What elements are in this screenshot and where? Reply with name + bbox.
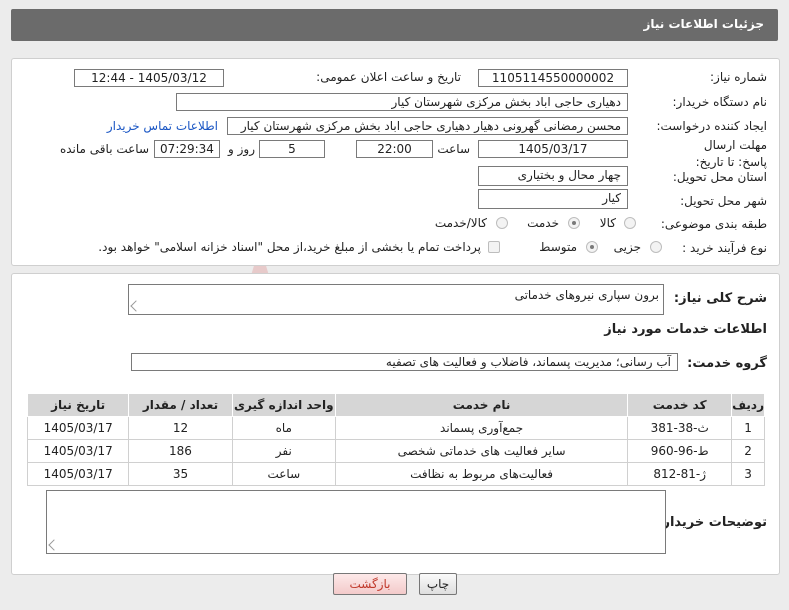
services-section-title: اطلاعات خدمات مورد نیاز xyxy=(604,322,767,337)
summary-label: شرح کلی نیاز: xyxy=(673,291,767,306)
col-name-header: نام خدمت xyxy=(334,393,629,417)
cell-qty: 35 xyxy=(128,462,233,486)
announce-label: تاریخ و ساعت اعلان عمومی: xyxy=(316,70,461,84)
summary-text: برون سپاری نیروهای خدماتی xyxy=(514,288,659,302)
creator-label: ایجاد کننده درخواست: xyxy=(656,119,767,133)
creator-field: محسن رمضانی گهرونی دهیار دهیاری حاجی ابا… xyxy=(227,117,628,135)
announce-field: 1405/03/12 - 12:44 xyxy=(74,69,224,87)
cell-name: فعالیت‌های مربوط به نظافت xyxy=(334,462,629,486)
treasury-payment-note: پرداخت تمام یا بخشی از مبلغ خرید،از محل … xyxy=(98,240,481,254)
page-title: جزئیات اطلاعات نیاز xyxy=(643,17,764,31)
need-number-field: 1105114550000002 xyxy=(478,69,628,87)
category-both-label: کالا/خدمت xyxy=(434,216,487,230)
back-button[interactable]: بازگشت xyxy=(333,573,407,595)
cell-unit: ماه xyxy=(231,416,336,440)
category-both-radio[interactable] xyxy=(496,217,508,229)
buyer-org-label: نام دستگاه خریدار: xyxy=(672,95,768,109)
cell-qty: 186 xyxy=(128,439,233,463)
process-label: نوع فرآیند خرید : xyxy=(682,241,767,255)
city-field: کیار xyxy=(478,189,628,209)
col-row-header: ردیف xyxy=(731,393,765,417)
buyer-org-field: دهیاری حاجی اباد بخش مرکزی شهرستان کیار xyxy=(176,93,628,111)
category-service-label: خدمت xyxy=(527,216,559,230)
city-label: شهر محل تحویل: xyxy=(680,194,767,208)
days-label: روز و xyxy=(228,142,255,156)
cell-code: ط-96-960 xyxy=(627,439,733,463)
cell-row: 2 xyxy=(731,439,765,463)
col-date-header: تاریخ نیاز xyxy=(26,393,130,417)
resize-handle-icon xyxy=(130,300,142,312)
print-button[interactable]: چاپ xyxy=(419,573,457,595)
service-group-label: گروه خدمت: xyxy=(687,356,767,371)
cell-date: 1405/03/17 xyxy=(26,439,130,463)
cell-date: 1405/03/17 xyxy=(26,416,130,440)
table-row: 3 ژ-81-812 فعالیت‌های مربوط به نظافت ساع… xyxy=(26,462,765,486)
category-goods-radio[interactable] xyxy=(624,217,636,229)
cell-qty: 12 xyxy=(128,416,233,440)
need-number-label: شماره نیاز: xyxy=(710,70,767,84)
province-field: چهار محال و بختیاری xyxy=(478,166,628,186)
cell-code: ژ-81-812 xyxy=(627,462,733,486)
process-minor-label: جزیی xyxy=(613,240,641,254)
col-qty-header: تعداد / مقدار xyxy=(128,393,233,417)
page-header: جزئیات اطلاعات نیاز xyxy=(11,9,778,41)
process-medium-label: متوسط xyxy=(539,240,577,254)
cell-name: سایر فعالیت های خدماتی شخصی xyxy=(334,439,629,463)
cell-row: 1 xyxy=(731,416,765,440)
category-goods-label: کالا xyxy=(599,216,616,230)
cell-code: ث-38-381 xyxy=(627,416,733,440)
province-label: استان محل تحویل: xyxy=(672,170,767,184)
process-minor-radio[interactable] xyxy=(650,241,662,253)
process-medium-radio[interactable] xyxy=(586,241,598,253)
buyer-notes-textarea[interactable] xyxy=(46,490,666,554)
deadline-date-field: 1405/03/17 xyxy=(478,140,628,158)
treasury-payment-checkbox[interactable] xyxy=(488,241,500,253)
category-service-radio[interactable] xyxy=(568,217,580,229)
service-group-field: آب رسانی؛ مدیریت پسماند، فاضلاب و فعالیت… xyxy=(131,353,678,371)
days-field: 5 xyxy=(259,140,325,158)
deadline-label: مهلت ارسال پاسخ: تا تاریخ: xyxy=(695,138,767,169)
cell-date: 1405/03/17 xyxy=(26,462,130,486)
remaining-label: ساعت باقی مانده xyxy=(59,142,149,156)
info-panel xyxy=(11,58,780,266)
resize-handle-icon xyxy=(48,539,60,551)
cell-unit: ساعت xyxy=(231,462,336,486)
cell-unit: نفر xyxy=(231,439,336,463)
deadline-time-field: 22:00 xyxy=(356,140,433,158)
category-label: طبقه بندی موضوعی: xyxy=(660,217,767,231)
table-row: 1 ث-38-381 جمع‌آوری پسماند ماه 12 1405/0… xyxy=(26,416,765,440)
col-code-header: کد خدمت xyxy=(627,393,733,417)
col-unit-header: واحد اندازه گیری xyxy=(231,393,336,417)
cell-name: جمع‌آوری پسماند xyxy=(334,416,629,440)
table-row: 2 ط-96-960 سایر فعالیت های خدماتی شخصی ن… xyxy=(26,439,765,463)
buyer-notes-label: توضیحات خریدار: xyxy=(657,515,767,530)
contact-buyer-link[interactable]: اطلاعات تماس خریدار xyxy=(107,119,218,133)
table-header-row: ردیف کد خدمت نام خدمت واحد اندازه گیری ت… xyxy=(26,393,765,417)
cell-row: 3 xyxy=(731,462,765,486)
remaining-time-field: 07:29:34 xyxy=(154,140,220,158)
services-table: ردیف کد خدمت نام خدمت واحد اندازه گیری ت… xyxy=(26,393,765,486)
summary-textarea: برون سپاری نیروهای خدماتی xyxy=(128,284,664,315)
time-label: ساعت xyxy=(437,142,470,156)
